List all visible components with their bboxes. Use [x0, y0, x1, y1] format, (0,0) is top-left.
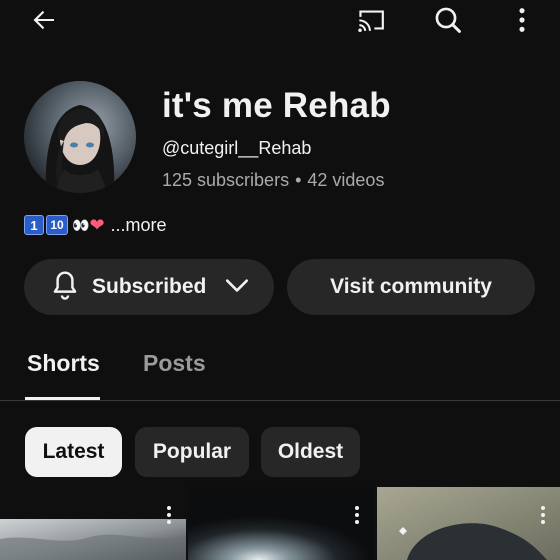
more-vert-icon[interactable]	[166, 505, 172, 530]
filter-chip-latest[interactable]: Latest	[25, 427, 122, 477]
visit-community-label: Visit community	[330, 275, 492, 298]
more-vert-icon[interactable]	[354, 505, 360, 530]
channel-description[interactable]: 1 10 👀 ❤ ...more	[24, 213, 167, 237]
channel-tabs: Shorts Posts	[0, 333, 560, 401]
short-thumbnail[interactable]	[0, 487, 186, 560]
active-tab-indicator	[25, 397, 100, 400]
channel-avatar[interactable]	[24, 81, 136, 193]
tab-posts[interactable]: Posts	[143, 350, 206, 377]
visit-community-button[interactable]: Visit community	[287, 259, 535, 315]
more-link[interactable]: ...more	[111, 215, 167, 236]
channel-stats: 125 subscribers • 42 videos	[162, 170, 384, 191]
bell-icon	[50, 269, 80, 306]
filter-chip-popular[interactable]: Popular	[135, 427, 249, 477]
search-icon[interactable]	[428, 2, 468, 38]
back-arrow-icon[interactable]	[24, 2, 64, 38]
more-vert-icon[interactable]	[540, 505, 546, 530]
short-thumbnail[interactable]	[188, 487, 374, 560]
channel-handle: @cutegirl__Rehab	[162, 138, 312, 158]
short-thumbnail[interactable]	[377, 487, 560, 560]
subscribed-button[interactable]: Subscribed	[24, 259, 274, 315]
filter-chip-oldest[interactable]: Oldest	[261, 427, 360, 477]
more-vert-icon[interactable]	[506, 2, 538, 38]
cast-icon[interactable]	[352, 2, 394, 38]
heart-emoji: ❤	[89, 214, 105, 235]
top-bar	[0, 0, 560, 40]
chevron-down-icon	[224, 275, 250, 300]
channel-name: it's me Rehab	[162, 86, 391, 125]
keycap-ten-emoji: 10	[46, 215, 68, 235]
video-count: 42 videos	[307, 170, 385, 190]
keycap-one-emoji: 1	[24, 215, 44, 235]
subscribed-label: Subscribed	[92, 275, 207, 298]
subscriber-count: 125 subscribers	[162, 170, 290, 190]
eyes-emoji: 👀	[72, 216, 89, 233]
tab-shorts[interactable]: Shorts	[27, 350, 100, 377]
stats-separator: •	[295, 170, 302, 190]
